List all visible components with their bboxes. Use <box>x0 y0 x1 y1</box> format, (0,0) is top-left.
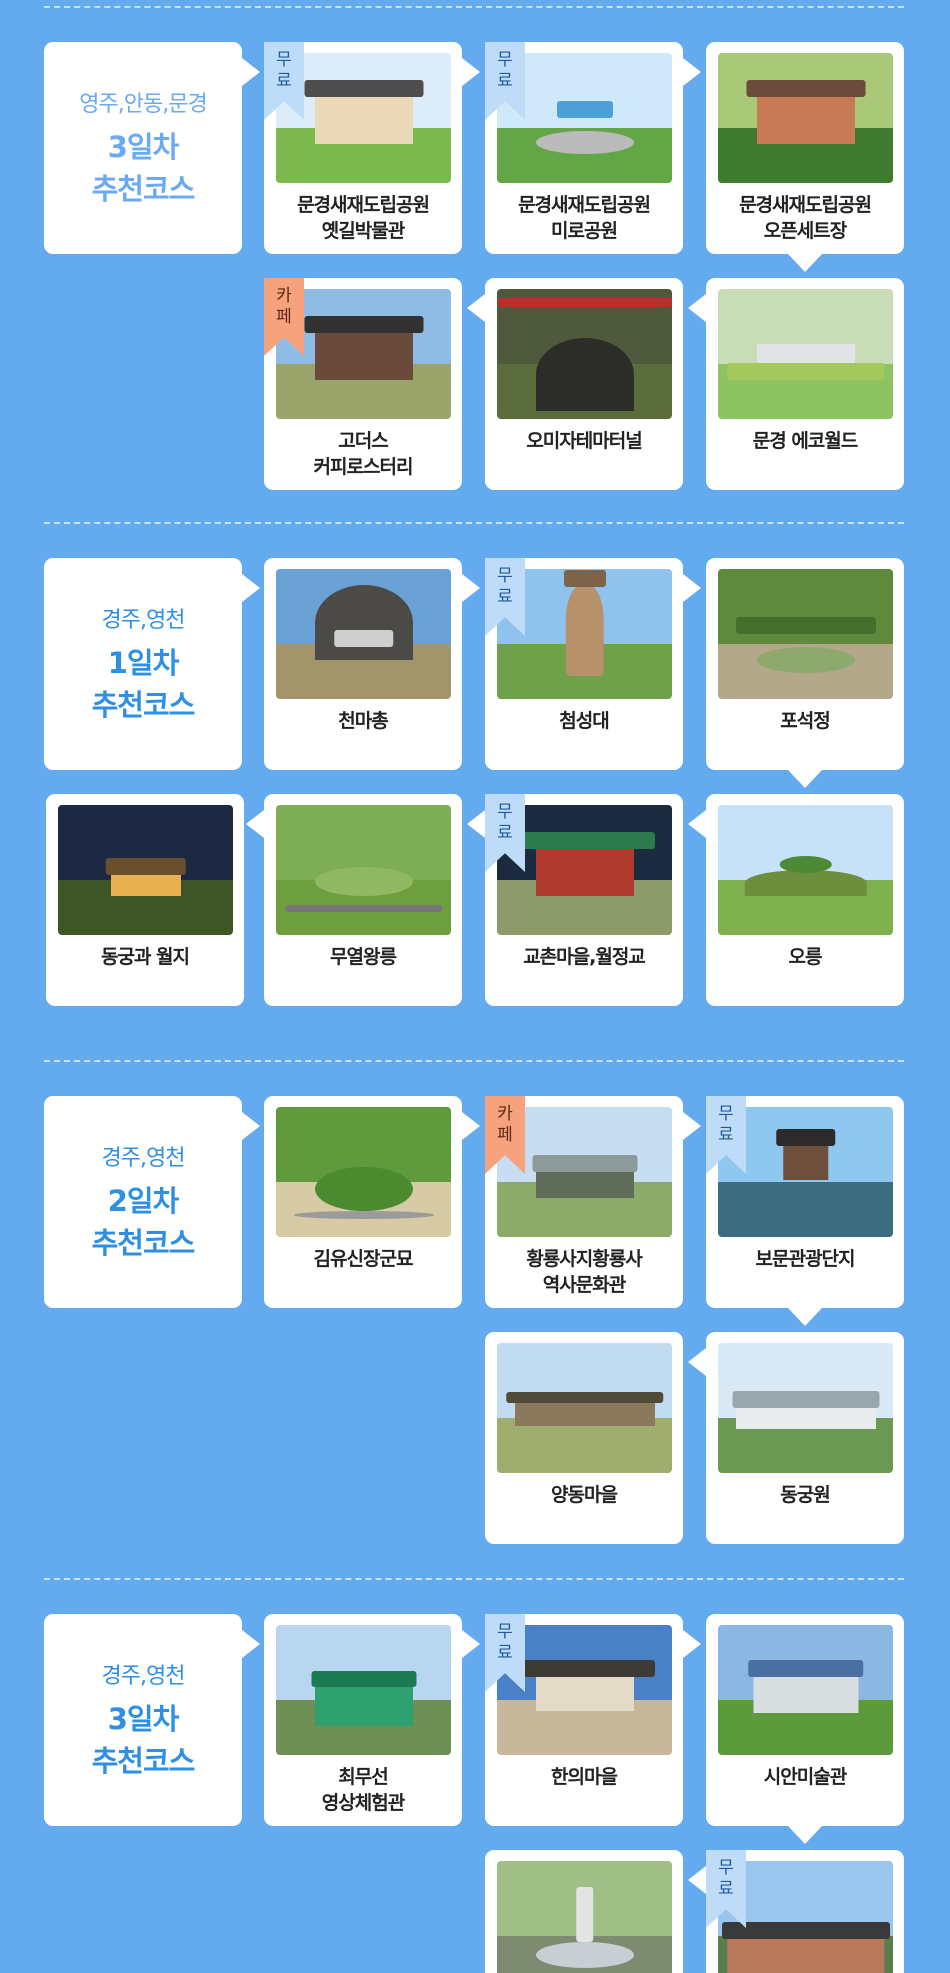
place-name: 김유신장군묘 <box>313 1248 414 1270</box>
course-card[interactable]: 오미자테마터널 <box>467 278 683 490</box>
course-card[interactable]: 무 료 한의마을 <box>485 1614 701 1826</box>
intro-region: 경주,영천 <box>101 608 186 633</box>
course-card[interactable]: 동궁원 <box>688 1332 904 1544</box>
place-name: 동궁원 <box>780 1484 830 1506</box>
divider-top <box>44 6 904 8</box>
place-name: 고더스 커피로스터리 <box>313 430 414 478</box>
course-card[interactable]: 천마총 <box>264 558 480 770</box>
place-name: 천마총 <box>338 710 388 732</box>
section-intro: 영주,안동,문경 3일차 추천코스 <box>44 42 260 254</box>
course-card[interactable]: 무 료 교촌마을,월정교 <box>467 794 683 1006</box>
place-name: 한의마을 <box>551 1766 618 1788</box>
place-photo <box>718 1625 893 1755</box>
place-photo <box>58 805 233 935</box>
course-card[interactable]: 무 료 <box>688 1850 904 1973</box>
course-card[interactable]: 무열왕릉 <box>246 794 462 1006</box>
course-card[interactable]: 무 료 첨성대 <box>485 558 701 770</box>
section-intro: 경주,영천 1일차 추천코스 <box>44 558 260 770</box>
intro-course: 추천코스 <box>91 688 196 722</box>
course-card[interactable]: 김유신장군묘 <box>264 1096 480 1308</box>
place-photo <box>276 1107 451 1237</box>
place-photo <box>497 1861 672 1973</box>
course-card[interactable]: 문경새재도립공원 오픈세트장 <box>706 42 904 272</box>
intro-region: 경주,영천 <box>101 1664 186 1689</box>
place-photo <box>497 1343 672 1473</box>
place-photo <box>718 1343 893 1473</box>
intro-course: 추천코스 <box>91 172 196 206</box>
place-name: 동궁과 월지 <box>100 946 190 968</box>
course-card[interactable]: 카 페 황룡사지황룡사 역사문화관 <box>485 1096 701 1308</box>
section-intro: 경주,영천 2일차 추천코스 <box>44 1096 260 1308</box>
intro-region: 경주,영천 <box>101 1146 186 1171</box>
place-name: 첨성대 <box>559 710 609 732</box>
course-card[interactable]: 양동마을 <box>485 1332 683 1544</box>
intro-day: 3일차 <box>107 1702 180 1736</box>
course-card[interactable]: 동궁과 월지 <box>46 794 244 1006</box>
course-card[interactable]: 시안미술관 <box>706 1614 904 1844</box>
place-name: 보문관광단지 <box>755 1248 856 1270</box>
place-name: 문경 에코월드 <box>752 430 859 452</box>
intro-day: 2일차 <box>107 1184 180 1218</box>
divider <box>44 522 904 524</box>
place-photo <box>718 53 893 183</box>
place-photo <box>718 805 893 935</box>
course-card[interactable]: 카 페 고더스 커피로스터리 <box>264 278 462 490</box>
place-name: 황룡사지황룡사 역사문화관 <box>526 1248 642 1296</box>
place-name: 문경새재도립공원 오픈세트장 <box>739 194 872 242</box>
place-name: 무열왕릉 <box>330 946 397 968</box>
intro-region: 영주,안동,문경 <box>79 92 207 117</box>
course-card[interactable]: 최무선 영상체험관 <box>264 1614 480 1826</box>
intro-course: 추천코스 <box>91 1744 196 1778</box>
section-intro: 경주,영천 3일차 추천코스 <box>44 1614 260 1826</box>
intro-day: 1일차 <box>107 646 180 680</box>
place-name: 시안미술관 <box>763 1766 847 1788</box>
intro-day: 3일차 <box>107 130 180 164</box>
place-name: 문경새재도립공원 미로공원 <box>518 194 651 242</box>
course-card[interactable]: 무 료 문경새재도립공원 미로공원 <box>485 42 701 254</box>
course-card[interactable]: 문경 에코월드 <box>688 278 904 490</box>
place-photo <box>276 1625 451 1755</box>
place-name: 양동마을 <box>551 1484 618 1506</box>
place-photo <box>276 569 451 699</box>
place-name: 교촌마을,월정교 <box>523 946 646 968</box>
course-card[interactable]: 포석정 <box>706 558 904 788</box>
place-name: 오미자테마터널 <box>526 430 642 452</box>
place-photo <box>497 289 672 419</box>
course-card[interactable]: 무 료 보문관광단지 <box>706 1096 904 1326</box>
place-name: 오릉 <box>788 946 823 968</box>
divider <box>44 1578 904 1580</box>
divider <box>44 1060 904 1062</box>
place-name: 문경새재도립공원 옛길박물관 <box>297 194 430 242</box>
place-name: 최무선 영상체험관 <box>321 1766 405 1814</box>
place-photo <box>718 289 893 419</box>
place-name: 포석정 <box>780 710 830 732</box>
course-card[interactable] <box>485 1850 683 1973</box>
place-photo <box>276 805 451 935</box>
course-card[interactable]: 오릉 <box>688 794 904 1006</box>
course-card[interactable]: 무 료 문경새재도립공원 옛길박물관 <box>264 42 480 254</box>
intro-course: 추천코스 <box>91 1226 196 1260</box>
place-photo <box>718 569 893 699</box>
